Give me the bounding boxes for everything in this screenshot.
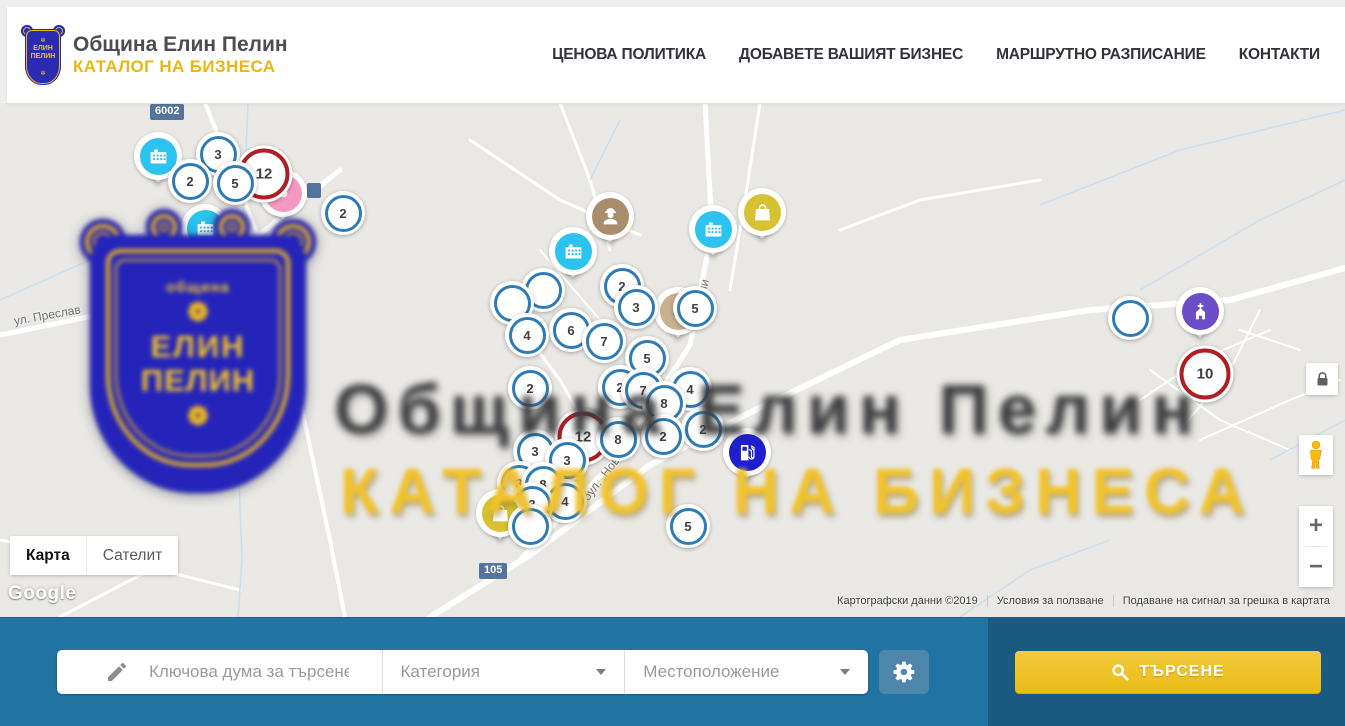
search-icon xyxy=(1111,663,1129,681)
map-type-satellite-button[interactable]: Сателит xyxy=(86,536,178,575)
map-marker-pin-factory[interactable] xyxy=(549,227,597,275)
map-marker-pin-factory[interactable] xyxy=(689,205,737,253)
lock-button[interactable] xyxy=(1306,363,1338,395)
search-button[interactable]: ТЪРСЕНЕ xyxy=(1015,651,1321,693)
zoom-out-button[interactable]: − xyxy=(1299,547,1333,587)
nav-item-2[interactable]: МАРШРУТНО РАЗПИСАНИЕ xyxy=(996,46,1206,64)
map-marker-cluster[interactable]: 2 xyxy=(321,191,365,235)
google-logo[interactable]: Google xyxy=(8,583,76,605)
nav-item-0[interactable]: ЦЕНОВА ПОЛИТИКА xyxy=(552,46,706,64)
gear-icon xyxy=(891,659,917,685)
map-marker-cluster[interactable]: 2 xyxy=(681,407,725,451)
search-bar: Категория Местоположение ТЪРСЕНЕ xyxy=(0,617,1345,726)
factory-icon xyxy=(695,211,732,248)
advanced-settings-button[interactable] xyxy=(879,650,929,694)
map-type-control: Карта Сателит xyxy=(10,536,178,575)
search-field-group: Категория Местоположение xyxy=(57,650,868,694)
factory-icon xyxy=(187,210,224,247)
map-marker-cluster[interactable]: 3 xyxy=(614,285,658,329)
nav-item-1[interactable]: ДОБАВЕТЕ ВАШИЯТ БИЗНЕС xyxy=(739,46,963,64)
map-marker-pin-fuel-pump[interactable] xyxy=(723,428,771,476)
map-marker-cluster[interactable]: 7 xyxy=(582,319,626,363)
church-icon xyxy=(1182,293,1219,330)
category-select[interactable]: Категория xyxy=(382,650,625,694)
map-marker-pin-church[interactable] xyxy=(1176,287,1224,335)
map-marker-cluster[interactable]: 4 xyxy=(505,313,549,357)
keyword-search-input[interactable] xyxy=(147,661,351,683)
chevron-down-icon xyxy=(596,669,606,675)
map-type-map-button[interactable]: Карта xyxy=(10,536,86,575)
site-title: Община Елин Пелин xyxy=(73,33,288,57)
zoom-in-button[interactable]: + xyxy=(1299,506,1333,546)
map-marker-cluster[interactable]: 10 xyxy=(1177,346,1234,403)
map-marker-cluster[interactable] xyxy=(1108,296,1152,340)
road-badge xyxy=(307,183,321,198)
location-select[interactable]: Местоположение xyxy=(624,650,868,694)
map-canvas[interactable]: ул. Преславбул. „Новоселции6002105 31225… xyxy=(0,103,1345,617)
main-nav: ЦЕНОВА ПОЛИТИКА ДОБАВЕТЕ ВАШИЯТ БИЗНЕС МАР… xyxy=(552,46,1320,64)
map-marker-cluster[interactable]: 2 xyxy=(641,414,685,458)
attribution-report-link[interactable]: Подаване на сигнал за грешка в картата xyxy=(1113,595,1339,607)
municipality-emblem-icon: ✼ ЕЛИНПЕЛИН ✼ xyxy=(23,25,63,85)
map-attribution: Картографски данни ©2019 Условия за полз… xyxy=(828,595,1339,607)
fuel-pump-icon xyxy=(729,434,766,471)
site-header: ✼ ЕЛИНПЕЛИН ✼ Община Елин Пелин КАТАЛОГ … xyxy=(7,7,1345,104)
map-marker-cluster[interactable]: 2 xyxy=(508,366,552,410)
attribution-terms-link[interactable]: Условия за ползване xyxy=(987,595,1113,607)
factory-icon xyxy=(555,233,592,270)
map-marker-cluster[interactable]: 5 xyxy=(666,504,710,548)
site-logo[interactable]: ✼ ЕЛИНПЕЛИН ✼ Община Елин Пелин КАТАЛОГ … xyxy=(23,25,288,85)
zoom-control: + − xyxy=(1299,506,1333,587)
map-marker-cluster[interactable] xyxy=(508,504,552,548)
attribution-data-notice: Картографски данни ©2019 xyxy=(828,595,987,607)
worker-icon xyxy=(592,198,629,235)
map-marker-cluster[interactable]: 8 xyxy=(596,417,640,461)
map-marker-cluster[interactable]: 5 xyxy=(673,286,717,330)
chevron-down-icon xyxy=(840,669,850,675)
map-marker-cluster[interactable]: 5 xyxy=(213,161,257,205)
pencil-icon xyxy=(105,660,129,684)
site-subtitle: КАТАЛОГ НА БИЗНЕСА xyxy=(73,57,288,77)
road-badge: 105 xyxy=(479,563,507,579)
keyword-segment xyxy=(57,650,382,694)
map-marker-cluster[interactable]: 2 xyxy=(168,159,212,203)
pegman-button[interactable] xyxy=(1299,435,1333,475)
shopping-bag-icon xyxy=(744,194,781,231)
map-marker-pin-factory[interactable] xyxy=(181,204,229,252)
map-marker-pin-shopping-bag[interactable] xyxy=(738,188,786,236)
pegman-icon xyxy=(1306,440,1326,470)
road-badge: 6002 xyxy=(150,104,184,120)
padlock-icon xyxy=(1316,372,1329,387)
nav-item-3[interactable]: КОНТАКТИ xyxy=(1239,46,1320,64)
